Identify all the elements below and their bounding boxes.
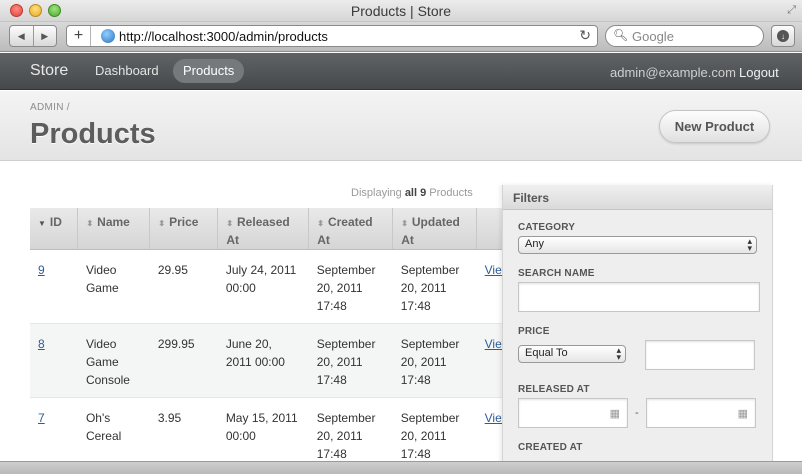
calendar-icon[interactable]: ▦	[610, 407, 620, 420]
logout-link[interactable]: Logout	[739, 65, 779, 80]
history-buttons: ◀ ▶	[9, 25, 57, 47]
displaying-suffix: Products	[429, 187, 473, 199]
cell-updated-at: September 20, 2011 17:48	[392, 249, 477, 324]
filters-sidebar: Filters CATEGORY Any ▴ ▾ SEARCH NAME PRIC…	[502, 185, 773, 474]
select-arrows-icon: ▴ ▾	[747, 236, 752, 253]
released-at-to-input[interactable]: ▦	[646, 398, 756, 428]
range-separator: -	[635, 407, 639, 419]
price-operator-value: Equal To	[525, 347, 568, 359]
cell-price: 299.95	[149, 323, 218, 398]
category-selected-value: Any	[525, 238, 544, 250]
price-operator-select[interactable]: Equal To ▴ ▾	[518, 345, 626, 363]
fullscreen-icon[interactable]: ⤢	[787, 4, 796, 17]
calendar-icon[interactable]: ▦	[738, 407, 748, 420]
column-header-actions	[476, 208, 502, 250]
search-icon: 🔍︎	[613, 28, 629, 42]
view-link[interactable]: View	[485, 337, 502, 351]
cell-name: Video Game	[77, 249, 150, 324]
sort-icon: ⬍	[401, 219, 408, 228]
pagination-info: Displaying all 9 Products	[351, 187, 473, 199]
select-arrows-icon: ▴ ▾	[616, 345, 621, 362]
price-value-input[interactable]	[645, 340, 755, 370]
cell-updated-at: September 20, 2011 17:48	[392, 323, 477, 398]
column-header-released-at[interactable]: ⬍ Released At	[217, 208, 310, 250]
browser-status-bar	[0, 461, 802, 474]
page-header: ADMIN / Products New Product	[0, 91, 802, 161]
back-icon[interactable]: ◀	[10, 26, 33, 46]
cell-actions: View	[476, 249, 502, 324]
new-product-button[interactable]: New Product	[659, 110, 770, 143]
table-row: 8 Video Game Console 299.95 June 20, 201…	[30, 323, 502, 398]
download-icon: ↓	[777, 30, 789, 42]
column-header-updated-at[interactable]: ⬍ Updated At	[392, 208, 478, 250]
downloads-button[interactable]: ↓	[771, 25, 795, 47]
created-at-label: CREATED AT	[518, 442, 583, 453]
product-id-link[interactable]: 7	[38, 411, 45, 425]
product-id-link[interactable]: 9	[38, 263, 45, 277]
page-title: Products	[30, 118, 156, 150]
products-table-container: ▼ ID ⬍ Name ⬍ Price ⬍ Released At ⬍ Created A…	[30, 208, 502, 474]
category-select[interactable]: Any ▴ ▾	[518, 236, 757, 254]
reload-icon[interactable]: ↻	[579, 27, 591, 44]
column-header-name[interactable]: ⬍ Name	[77, 208, 151, 250]
breadcrumb[interactable]: ADMIN /	[30, 102, 70, 113]
search-name-label: SEARCH NAME	[518, 268, 595, 279]
filters-title: Filters	[503, 185, 772, 210]
app-navbar: Store Dashboard Products admin@example.c…	[0, 53, 802, 90]
window-title: Products | Store	[350, 3, 452, 19]
address-bar[interactable]: + http://localhost:3000/admin/products ↻	[66, 25, 598, 47]
window-titlebar: Products | Store ⤢	[0, 0, 802, 22]
view-link[interactable]: View	[485, 263, 502, 277]
released-at-label: RELEASED AT	[518, 384, 590, 395]
nav-products[interactable]: Products	[173, 59, 245, 83]
nav-dashboard[interactable]: Dashboard	[85, 59, 169, 83]
view-link[interactable]: View	[485, 411, 502, 425]
cell-id: 8	[30, 323, 78, 398]
products-table: ▼ ID ⬍ Name ⬍ Price ⬍ Released At ⬍ Created A…	[30, 208, 502, 474]
search-name-input[interactable]	[518, 282, 760, 312]
sort-desc-icon: ▼	[38, 219, 46, 228]
cell-created-at: September 20, 2011 17:48	[308, 249, 393, 324]
sort-icon: ⬍	[226, 219, 234, 228]
cell-id: 9	[30, 249, 78, 324]
displaying-count: all 9	[404, 187, 427, 199]
sort-icon: ⬍	[86, 219, 94, 228]
forward-icon[interactable]: ▶	[32, 26, 57, 46]
browser-search-field[interactable]: 🔍︎ Google	[605, 25, 764, 47]
sort-icon: ⬍	[317, 219, 324, 228]
released-at-from-input[interactable]: ▦	[518, 398, 628, 428]
price-label: PRICE	[518, 326, 550, 337]
column-header-price[interactable]: ⬍ Price	[149, 208, 219, 250]
add-bookmark-icon[interactable]: +	[67, 26, 91, 46]
brand-link[interactable]: Store	[30, 62, 68, 80]
cell-created-at: September 20, 2011 17:48	[308, 323, 393, 398]
cell-price: 29.95	[149, 249, 218, 324]
displaying-prefix: Displaying	[351, 187, 402, 199]
product-id-link[interactable]: 8	[38, 337, 45, 351]
url-text[interactable]: http://localhost:3000/admin/products	[119, 29, 328, 44]
column-header-created-at[interactable]: ⬍ Created At	[308, 208, 394, 250]
category-label: CATEGORY	[518, 222, 576, 233]
cell-actions: View	[476, 323, 502, 398]
cell-released-at: July 24, 2011 00:00	[217, 249, 309, 324]
current-user-email[interactable]: admin@example.com	[610, 65, 736, 80]
column-header-id[interactable]: ▼ ID	[30, 208, 79, 250]
sort-icon: ⬍	[158, 219, 166, 228]
table-row: 9 Video Game 29.95 July 24, 2011 00:00 S…	[30, 249, 502, 324]
cell-released-at: June 20, 2011 00:00	[217, 323, 309, 398]
globe-icon	[101, 29, 115, 43]
table-header-row: ▼ ID ⬍ Name ⬍ Price ⬍ Released At ⬍ Created A…	[30, 208, 502, 250]
browser-toolbar: ◀ ▶ + http://localhost:3000/admin/produc…	[0, 22, 802, 52]
search-placeholder: Google	[632, 29, 674, 44]
cell-name: Video Game Console	[77, 323, 150, 398]
